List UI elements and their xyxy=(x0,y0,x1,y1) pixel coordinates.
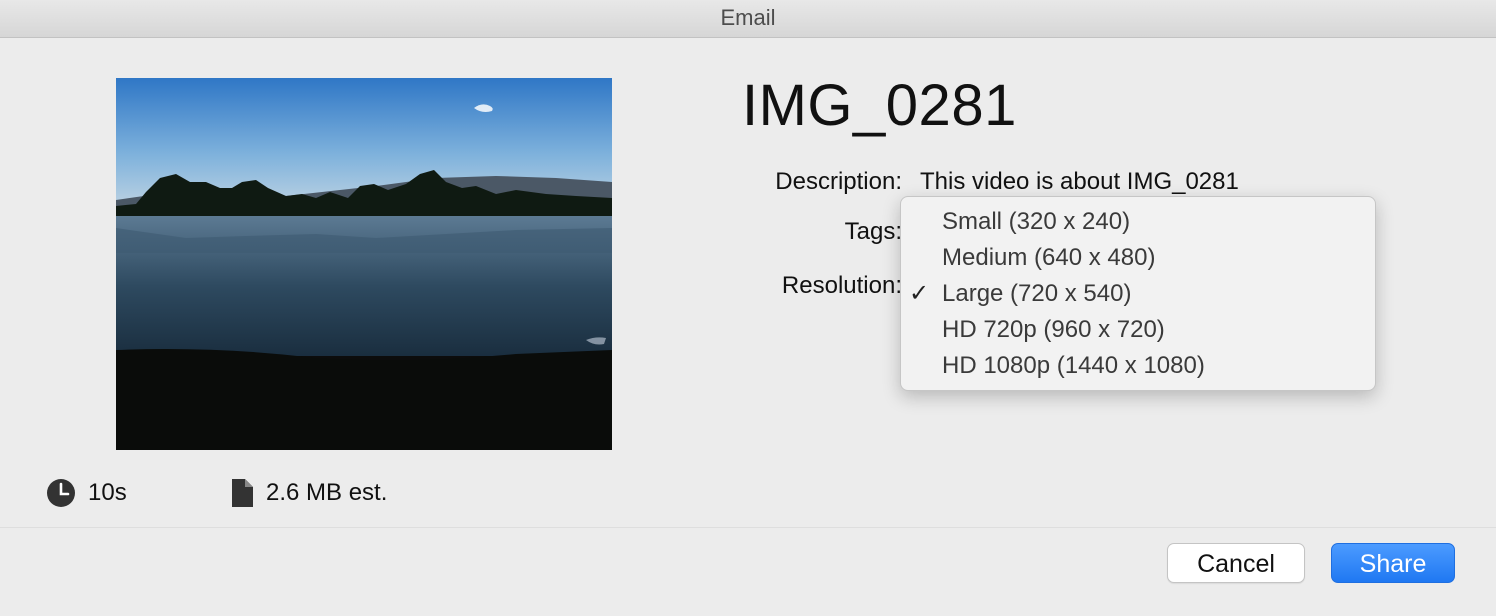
cancel-button[interactable]: Cancel xyxy=(1167,543,1305,583)
resolution-option-medium[interactable]: Medium (640 x 480) xyxy=(901,240,1375,276)
resolution-option-hd-1080p[interactable]: HD 1080p (1440 x 1080) xyxy=(901,348,1375,384)
clock-icon xyxy=(46,478,76,508)
resolution-option-large[interactable]: ✓ Large (720 x 540) xyxy=(901,276,1375,312)
footer-divider xyxy=(0,527,1496,528)
resolution-option-label: HD 1080p (1440 x 1080) xyxy=(942,352,1205,379)
resolution-option-label: HD 720p (960 x 720) xyxy=(942,316,1165,343)
resolution-option-label: Large (720 x 540) xyxy=(942,280,1132,307)
duration-info: 10s xyxy=(46,476,127,510)
resolution-label: Resolution: xyxy=(781,272,902,299)
video-title: IMG_0281 xyxy=(742,73,1017,138)
resolution-option-label: Medium (640 x 480) xyxy=(942,244,1156,271)
video-thumbnail xyxy=(116,78,612,450)
duration-value: 10s xyxy=(88,479,127,506)
tags-label: Tags: xyxy=(844,218,902,245)
resolution-option-hd-720p[interactable]: HD 720p (960 x 720) xyxy=(901,312,1375,348)
thumbnail-image xyxy=(116,78,612,450)
resolution-option-label: Small (320 x 240) xyxy=(942,208,1131,235)
description-label: Description: xyxy=(775,168,902,195)
description-field[interactable]: This video is about IMG_0281 xyxy=(920,168,1239,196)
checkmark-icon: ✓ xyxy=(909,280,930,307)
resolution-option-small[interactable]: Small (320 x 240) xyxy=(901,204,1375,240)
size-info: 2.6 MB est. xyxy=(230,476,387,510)
size-value: 2.6 MB est. xyxy=(266,479,388,506)
window-title: Email xyxy=(0,0,1496,38)
document-icon xyxy=(230,478,254,508)
share-button[interactable]: Share xyxy=(1331,543,1455,583)
resolution-menu[interactable]: Small (320 x 240) Medium (640 x 480) ✓ L… xyxy=(900,196,1376,391)
